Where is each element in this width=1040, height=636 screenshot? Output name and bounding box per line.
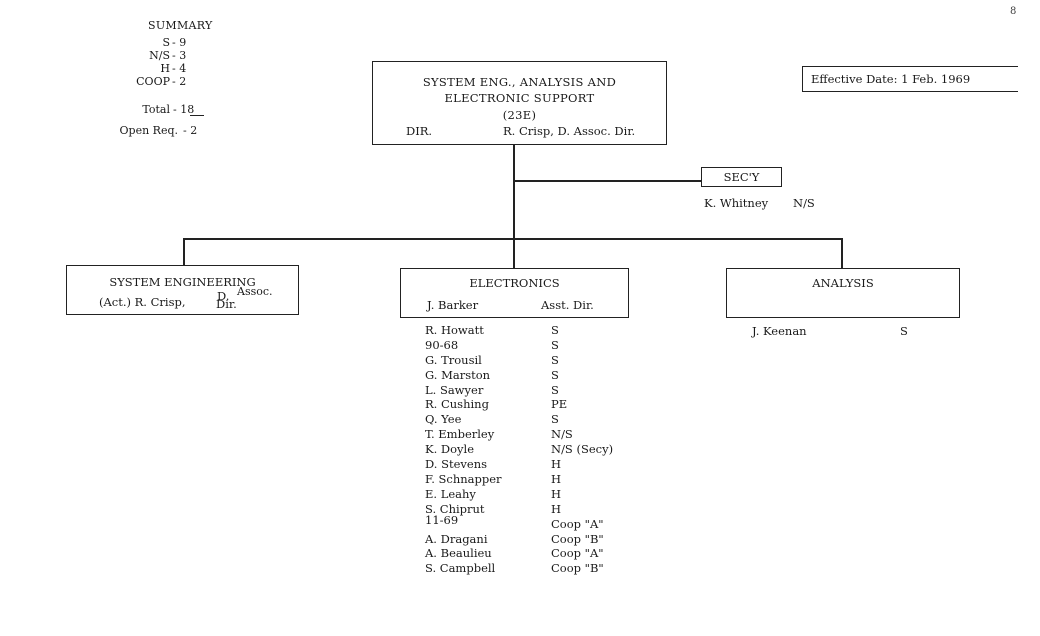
system-engineering-role-bottom: Dir. <box>216 297 237 311</box>
staff-name: T. Emberley <box>425 427 495 442</box>
top-unit-box: SYSTEM ENG., ANALYSIS AND ELECTRONIC SUP… <box>372 61 667 145</box>
staff-status: H <box>551 471 562 486</box>
effective-date: Effective Date: 1 Feb. 1969 <box>811 72 971 86</box>
summary-key: H <box>160 62 170 75</box>
summary-title: SUMMARY <box>148 19 213 32</box>
staff-name: S. Campbell <box>425 561 496 576</box>
top-unit-title-line1: SYSTEM ENG., ANALYSIS AND <box>422 75 617 89</box>
summary-value: - 2 <box>172 75 187 88</box>
staff-status: H <box>551 457 562 472</box>
connector-branch <box>183 238 842 240</box>
secretary-label: SEC'Y <box>723 170 760 184</box>
staff-status: H <box>551 486 562 501</box>
staff-name: R. Howatt <box>425 323 484 337</box>
secretary-box: SEC'Y <box>701 167 782 187</box>
staff-name: J. Keenan <box>752 324 807 338</box>
staff-name: G. Marston <box>425 367 491 382</box>
staff-name: L. Sawyer <box>425 382 484 397</box>
staff-status: Coop "A" <box>551 516 604 531</box>
staff-status: S <box>551 367 559 382</box>
connector-secy <box>513 180 701 182</box>
staff-name: 11-69 <box>425 512 459 527</box>
staff-status: S <box>551 352 559 367</box>
staff-name: Q. Yee <box>425 412 462 427</box>
page-number: 8 <box>1010 6 1017 17</box>
staff-name: K. Doyle <box>425 442 475 457</box>
staff-status: S <box>900 324 908 338</box>
secretary-name: K. Whitney <box>704 196 769 210</box>
connector-system-engineering <box>183 238 185 265</box>
staff-name: D. Stevens <box>425 457 488 472</box>
summary-value: - 9 <box>172 36 187 49</box>
electronics-lead: J. Barker <box>427 298 479 312</box>
staff-status: N/S <box>551 427 573 442</box>
staff-status: H <box>551 501 562 516</box>
staff-status: Coop "B" <box>551 561 604 576</box>
system-engineering-role-sup: Assoc. <box>237 285 273 298</box>
summary-open-req-value: - 2 <box>183 124 198 137</box>
staff-status: Coop "B" <box>551 531 604 546</box>
secretary-status: N/S <box>793 196 815 210</box>
top-unit-dir-label: DIR. <box>406 124 433 138</box>
summary-total-key: Total <box>142 103 170 116</box>
staff-name: R. Cushing <box>425 397 489 412</box>
analysis-title: ANALYSIS <box>812 276 874 290</box>
staff-status: S <box>551 382 559 397</box>
staff-name: 90-68 <box>425 337 459 352</box>
top-unit-title-line2: ELECTRONIC SUPPORT <box>444 91 595 105</box>
effective-date-box: Effective Date: 1 Feb. 1969 <box>802 66 1018 92</box>
staff-name: G. Trousil <box>425 352 482 367</box>
top-unit-code: (23E) <box>502 108 537 122</box>
staff-name: A. Beaulieu <box>425 546 492 561</box>
staff-status: S <box>551 412 559 427</box>
staff-status: Coop "A" <box>551 546 604 561</box>
staff-name: F. Schnapper <box>425 471 502 486</box>
electronics-role: Asst. Dir. <box>541 298 594 312</box>
staff-name: A. Dragani <box>425 531 488 546</box>
staff-status: S <box>551 323 559 337</box>
summary-key: COOP <box>136 75 170 88</box>
summary-open-req-key: Open Req. <box>119 124 178 137</box>
analysis-box: ANALYSIS <box>726 268 960 318</box>
staff-status: PE <box>551 397 568 412</box>
electronics-title: ELECTRONICS <box>469 276 560 290</box>
summary-total-value: - 18 <box>173 103 195 116</box>
system-engineering-box: SYSTEM ENGINEERING (Act.) R. Crisp, D. A… <box>66 265 299 315</box>
staff-name: E. Leahy <box>425 486 476 501</box>
summary-key: N/S <box>149 49 170 62</box>
summary-value: - 4 <box>172 62 187 75</box>
top-unit-director: R. Crisp, D. Assoc. Dir. <box>503 124 636 138</box>
connector-trunk <box>513 145 515 268</box>
staff-status: N/S (Secy) <box>551 442 614 457</box>
staff-status: S <box>551 337 559 352</box>
system-engineering-lead: (Act.) R. Crisp, <box>99 295 186 309</box>
summary-key: S <box>162 36 170 49</box>
electronics-box: ELECTRONICS J. Barker Asst. Dir. <box>400 268 629 318</box>
connector-analysis <box>841 238 843 268</box>
summary-value: - 3 <box>172 49 187 62</box>
